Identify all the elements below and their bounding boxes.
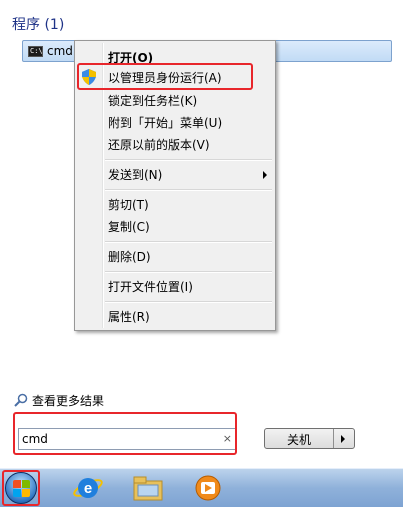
media-player-icon[interactable]	[190, 472, 226, 504]
internet-explorer-icon[interactable]: e	[70, 472, 106, 504]
search-result-label: cmd	[47, 44, 73, 58]
file-explorer-icon[interactable]	[130, 472, 166, 504]
menu-item-copy[interactable]: 复制(C)	[108, 218, 150, 236]
section-title-programs: 程序 (1)	[12, 17, 65, 33]
taskbar: e	[0, 468, 403, 507]
svg-text:e: e	[84, 480, 92, 497]
annotation-highlight-search	[13, 412, 237, 455]
menu-separator	[105, 189, 272, 191]
annotation-highlight-start	[2, 470, 40, 506]
menu-item-pin-taskbar[interactable]: 锁定到任务栏(K)	[108, 92, 197, 110]
menu-item-send-to[interactable]: 发送到(N)	[108, 166, 162, 184]
menu-separator	[105, 301, 272, 303]
see-more-results-label: 查看更多结果	[32, 394, 105, 408]
shutdown-label: 关机	[286, 433, 311, 447]
annotation-highlight-run-as-admin	[77, 63, 253, 90]
cmd-icon: C:\	[28, 46, 43, 57]
menu-separator	[105, 271, 272, 273]
menu-separator	[105, 159, 272, 161]
magnifier-icon	[14, 393, 28, 407]
menu-item-cut[interactable]: 剪切(T)	[108, 196, 149, 214]
menu-separator	[105, 241, 272, 243]
menu-item-delete[interactable]: 删除(D)	[108, 248, 151, 266]
shutdown-divider	[333, 429, 334, 448]
menu-item-pin-start[interactable]: 附到「开始」菜单(U)	[108, 114, 222, 132]
start-menu: 程序 (1) C:\ cmd 打开(O) 以管理员身份运行(A) 锁定到任务栏(…	[0, 0, 403, 468]
menu-item-properties[interactable]: 属性(R)	[108, 308, 150, 326]
menu-item-open-location[interactable]: 打开文件位置(I)	[108, 278, 193, 296]
menu-item-restore-versions[interactable]: 还原以前的版本(V)	[108, 136, 210, 154]
shutdown-options-arrow-icon[interactable]	[341, 435, 345, 443]
shutdown-button[interactable]: 关机	[264, 428, 355, 449]
submenu-arrow-icon	[263, 171, 267, 179]
